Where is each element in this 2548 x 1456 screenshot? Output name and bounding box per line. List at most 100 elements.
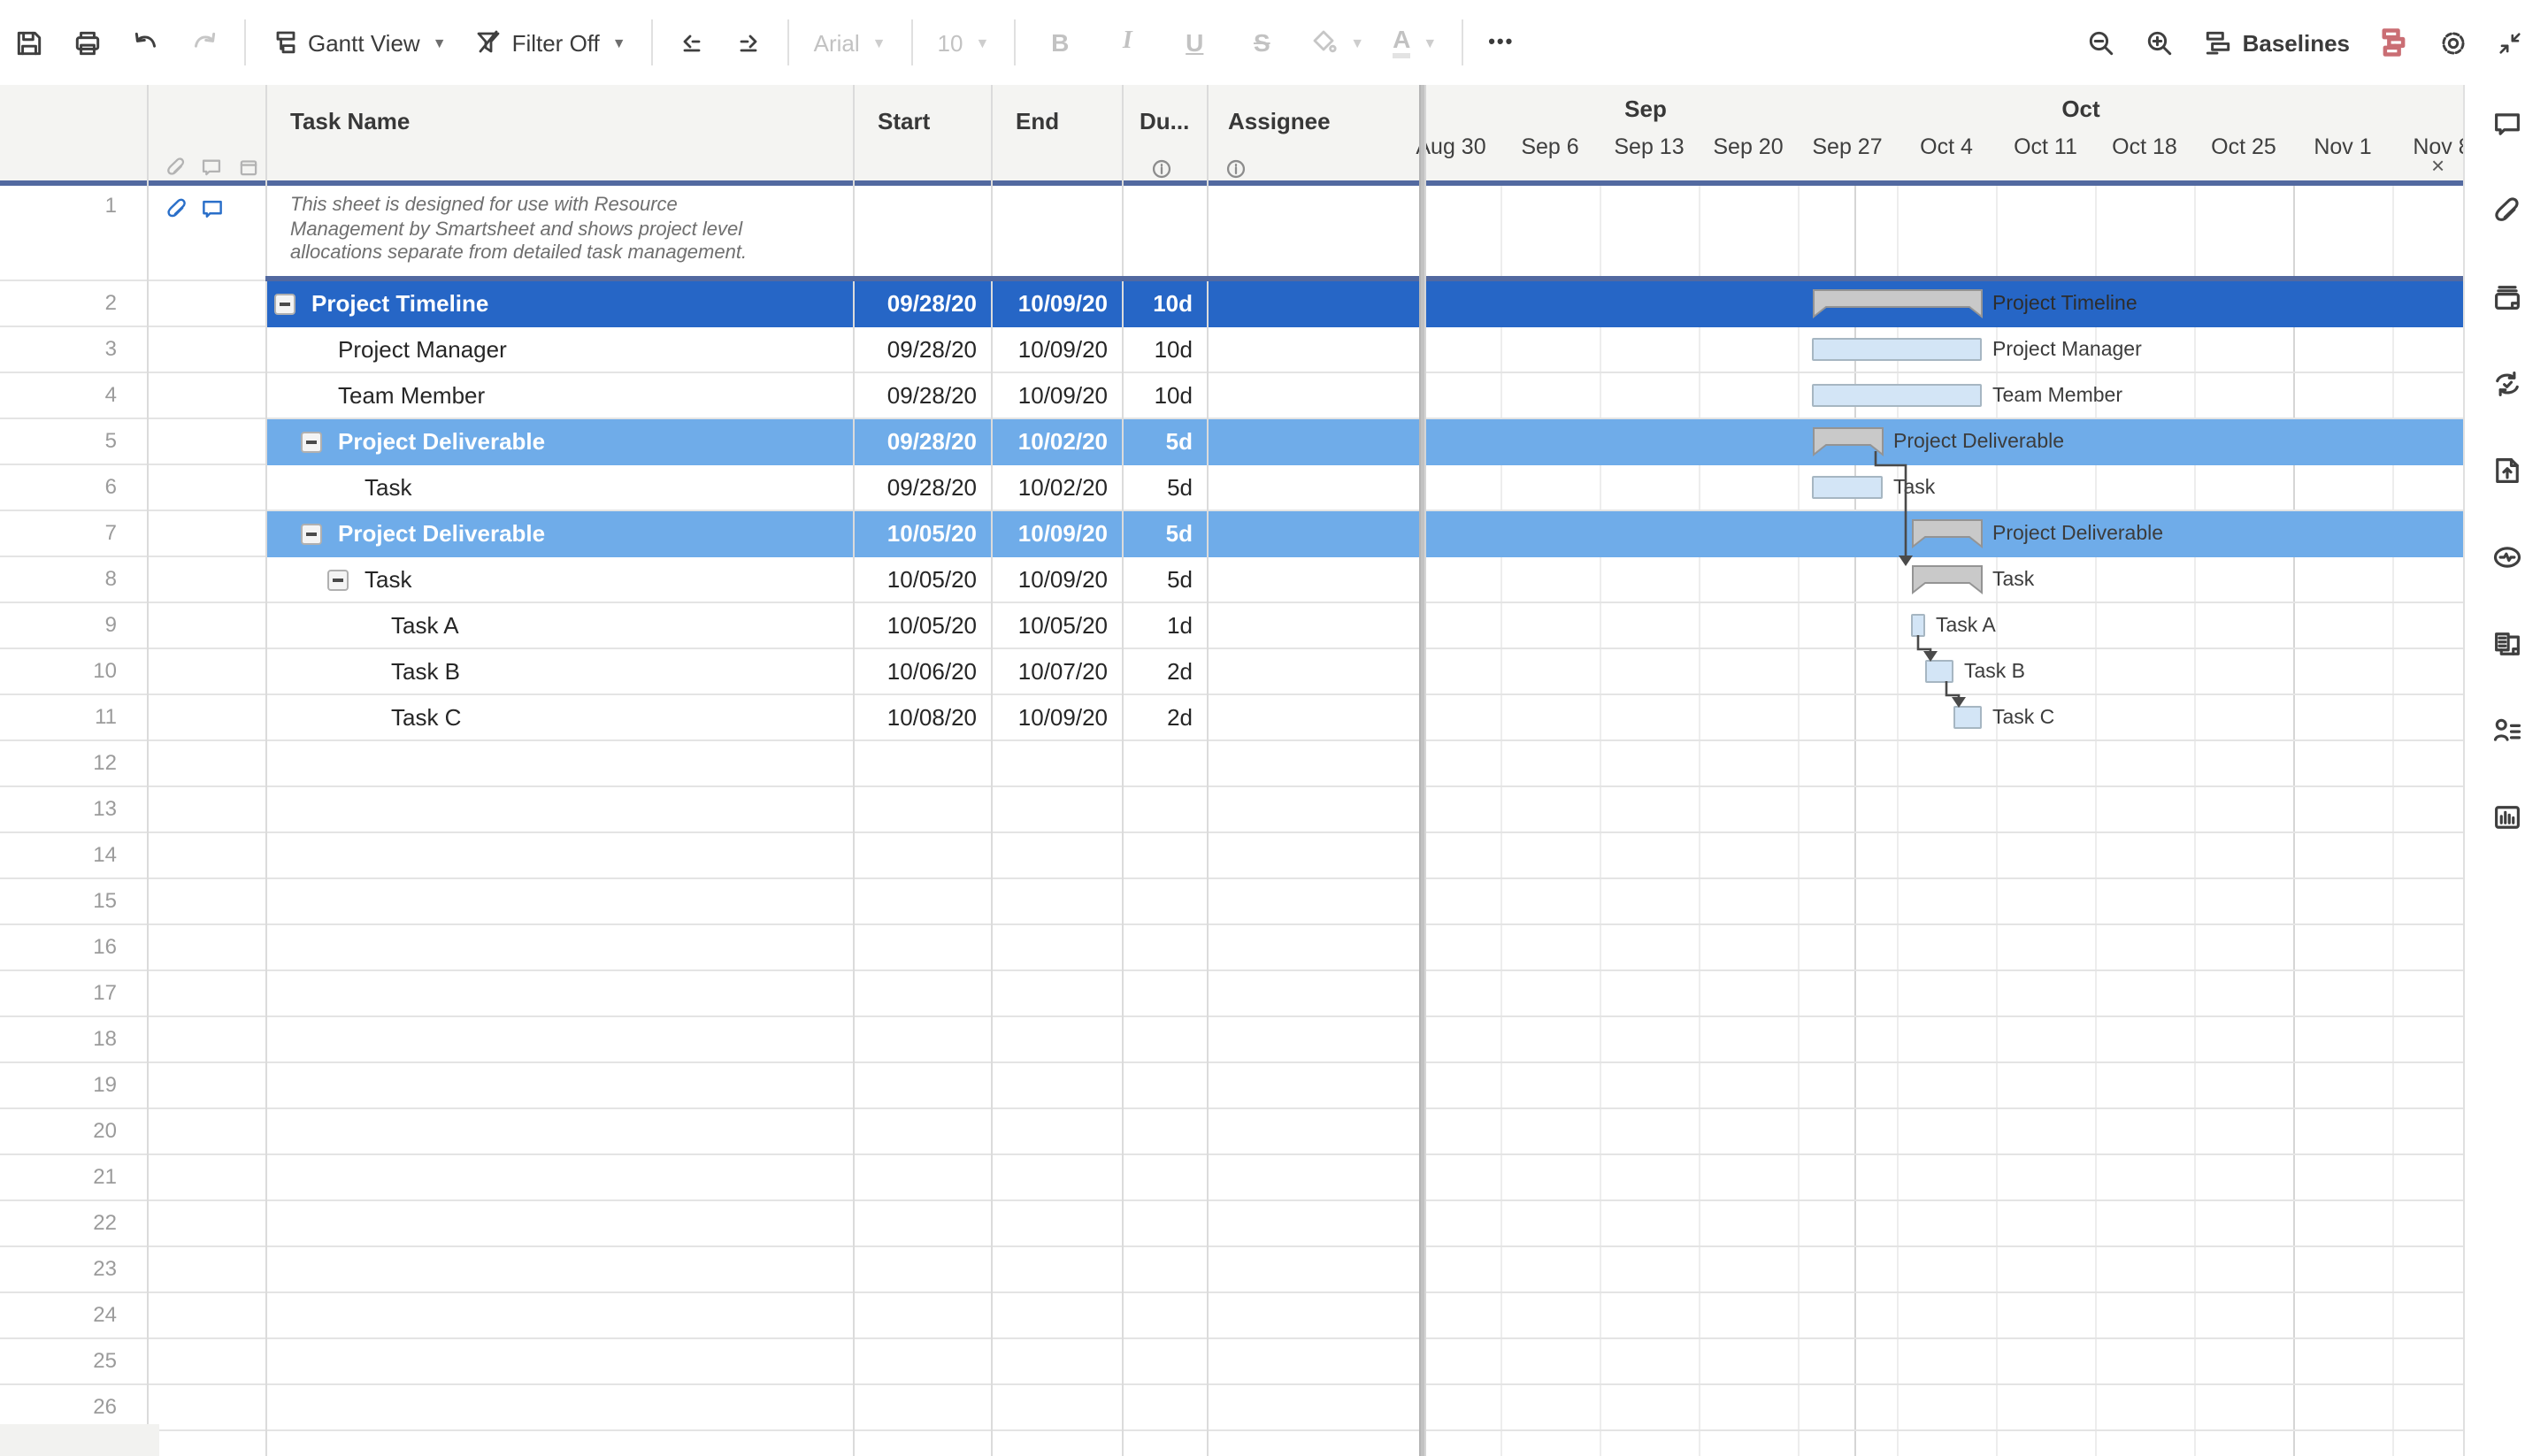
task-cell[interactable] bbox=[265, 925, 853, 969]
publish-panel-button[interactable] bbox=[2490, 455, 2522, 487]
column-border[interactable] bbox=[1207, 85, 1209, 1456]
timeline-week-label[interactable]: Sep 27 bbox=[1812, 134, 1882, 159]
grid-gantt-divider[interactable] bbox=[1419, 85, 1426, 1456]
start-cell[interactable] bbox=[853, 1293, 991, 1337]
table-row[interactable]: 26 bbox=[0, 1385, 2463, 1431]
row-number[interactable]: 8 bbox=[0, 557, 117, 602]
task-cell[interactable] bbox=[265, 1431, 853, 1456]
duration-cell[interactable] bbox=[1122, 1431, 1207, 1456]
end-cell[interactable]: 10/05/20 bbox=[991, 603, 1122, 648]
column-border[interactable] bbox=[1122, 85, 1124, 1456]
assignee-cell[interactable] bbox=[1207, 1201, 1419, 1245]
table-row[interactable]: 20 bbox=[0, 1109, 2463, 1155]
start-cell[interactable]: 10/05/20 bbox=[853, 603, 991, 648]
filter-button[interactable]: Filter Off ▼ bbox=[461, 12, 641, 73]
assignee-cell[interactable] bbox=[1207, 1017, 1419, 1061]
table-row[interactable]: 2Project Timeline09/28/2010/09/2010dProj… bbox=[0, 281, 2463, 327]
assignee-cell[interactable] bbox=[1207, 741, 1419, 785]
table-row[interactable]: 22 bbox=[0, 1201, 2463, 1247]
task-cell[interactable] bbox=[265, 879, 853, 923]
font-family-select[interactable]: Arial ▼ bbox=[800, 12, 901, 73]
row-number[interactable]: 13 bbox=[0, 787, 117, 831]
timeline-week-label[interactable]: Oct 4 bbox=[1920, 134, 1973, 159]
duration-cell[interactable]: 2d bbox=[1122, 695, 1207, 739]
update-requests-panel-button[interactable] bbox=[2490, 368, 2522, 400]
more-button[interactable]: ••• bbox=[1474, 12, 1528, 73]
assignee-cell[interactable]: ASAmy Smart bbox=[1207, 327, 1419, 372]
font-size-select[interactable]: 10 ▼ bbox=[924, 12, 1004, 73]
task-cell[interactable] bbox=[265, 741, 853, 785]
timeline-week-label[interactable]: Sep 6 bbox=[1521, 134, 1578, 159]
start-cell[interactable]: 10/08/20 bbox=[853, 695, 991, 739]
start-cell[interactable]: 09/28/20 bbox=[853, 465, 991, 510]
gantt-bar[interactable] bbox=[1812, 476, 1883, 499]
font-color-button[interactable]: A ▼ bbox=[1378, 12, 1451, 73]
duration-cell[interactable]: 10d bbox=[1122, 281, 1207, 326]
summary-panel-button[interactable] bbox=[2490, 628, 2522, 660]
table-row[interactable]: 8Task10/05/2010/09/205dTask bbox=[0, 557, 2463, 603]
proofs-panel-button[interactable] bbox=[2490, 281, 2522, 313]
assignee-cell[interactable] bbox=[1207, 1293, 1419, 1337]
start-cell[interactable] bbox=[853, 1109, 991, 1153]
duration-cell[interactable] bbox=[1122, 1293, 1207, 1337]
row-number[interactable]: 19 bbox=[0, 1063, 117, 1107]
end-cell[interactable] bbox=[991, 1201, 1122, 1245]
start-cell[interactable] bbox=[853, 1155, 991, 1199]
table-row[interactable]: 23 bbox=[0, 1247, 2463, 1293]
row-number[interactable]: 7 bbox=[0, 511, 117, 556]
task-cell[interactable]: Task A bbox=[265, 603, 853, 648]
table-row[interactable]: 24 bbox=[0, 1293, 2463, 1339]
comment-column-icon[interactable] bbox=[200, 156, 223, 179]
baselines-button[interactable]: Baselines bbox=[2190, 12, 2364, 73]
end-cell[interactable]: 10/09/20 bbox=[991, 281, 1122, 326]
table-row[interactable]: 21 bbox=[0, 1155, 2463, 1201]
assignee-cell[interactable] bbox=[1207, 879, 1419, 923]
redo-button[interactable] bbox=[175, 12, 234, 73]
end-cell[interactable]: 10/09/20 bbox=[991, 557, 1122, 602]
outdent-button[interactable] bbox=[664, 12, 720, 73]
assignee-cell[interactable] bbox=[1207, 1247, 1419, 1291]
start-cell[interactable] bbox=[853, 971, 991, 1015]
row-number[interactable]: 14 bbox=[0, 833, 117, 877]
gantt-bar[interactable] bbox=[1911, 614, 1925, 637]
column-border[interactable] bbox=[265, 85, 267, 1456]
table-row[interactable]: 18 bbox=[0, 1017, 2463, 1063]
end-cell[interactable] bbox=[991, 1385, 1122, 1429]
table-row[interactable]: 10Task B10/06/2010/07/202dJSJerry SmartT… bbox=[0, 649, 2463, 695]
row-number[interactable]: 12 bbox=[0, 741, 117, 785]
critical-path-button[interactable] bbox=[2364, 12, 2424, 73]
duration-info-icon[interactable] bbox=[1150, 157, 1173, 180]
assignee-cell[interactable] bbox=[1207, 833, 1419, 877]
column-header-end[interactable]: End bbox=[1016, 108, 1059, 134]
underline-button[interactable]: U bbox=[1161, 12, 1228, 73]
end-cell[interactable] bbox=[991, 1431, 1122, 1456]
table-row[interactable]: 11Task C10/08/2010/09/202dJSJerry SmartT… bbox=[0, 695, 2463, 741]
end-cell[interactable]: 10/09/20 bbox=[991, 695, 1122, 739]
table-row[interactable]: 6Task09/28/2010/02/205dASAmy SmartTask bbox=[0, 465, 2463, 511]
gantt-bar[interactable] bbox=[1812, 384, 1982, 407]
duration-cell[interactable] bbox=[1122, 1109, 1207, 1153]
duration-cell[interactable] bbox=[1122, 787, 1207, 831]
row-number[interactable]: 23 bbox=[0, 1247, 117, 1291]
start-cell[interactable] bbox=[853, 787, 991, 831]
duration-cell[interactable]: 2d bbox=[1122, 649, 1207, 694]
table-row[interactable]: 14 bbox=[0, 833, 2463, 879]
task-cell[interactable] bbox=[265, 787, 853, 831]
start-cell[interactable] bbox=[853, 1431, 991, 1456]
table-row[interactable]: 7Project Deliverable10/05/2010/09/205dPr… bbox=[0, 511, 2463, 557]
end-cell[interactable] bbox=[991, 741, 1122, 785]
assignee-cell[interactable] bbox=[1207, 1339, 1419, 1383]
task-cell[interactable]: Task bbox=[265, 557, 853, 602]
table-row[interactable]: 13 bbox=[0, 787, 2463, 833]
end-cell[interactable] bbox=[991, 971, 1122, 1015]
row-number[interactable]: 22 bbox=[0, 1201, 117, 1245]
end-cell[interactable] bbox=[991, 1293, 1122, 1337]
table-row[interactable]: 19 bbox=[0, 1063, 2463, 1109]
attachments-panel-button[interactable] bbox=[2490, 195, 2522, 226]
assignee-cell[interactable] bbox=[1207, 925, 1419, 969]
end-cell[interactable]: 10/02/20 bbox=[991, 419, 1122, 464]
table-row[interactable]: 27 bbox=[0, 1431, 2463, 1456]
end-cell[interactable] bbox=[991, 1339, 1122, 1383]
row-number[interactable]: 25 bbox=[0, 1339, 117, 1383]
start-cell[interactable] bbox=[853, 833, 991, 877]
